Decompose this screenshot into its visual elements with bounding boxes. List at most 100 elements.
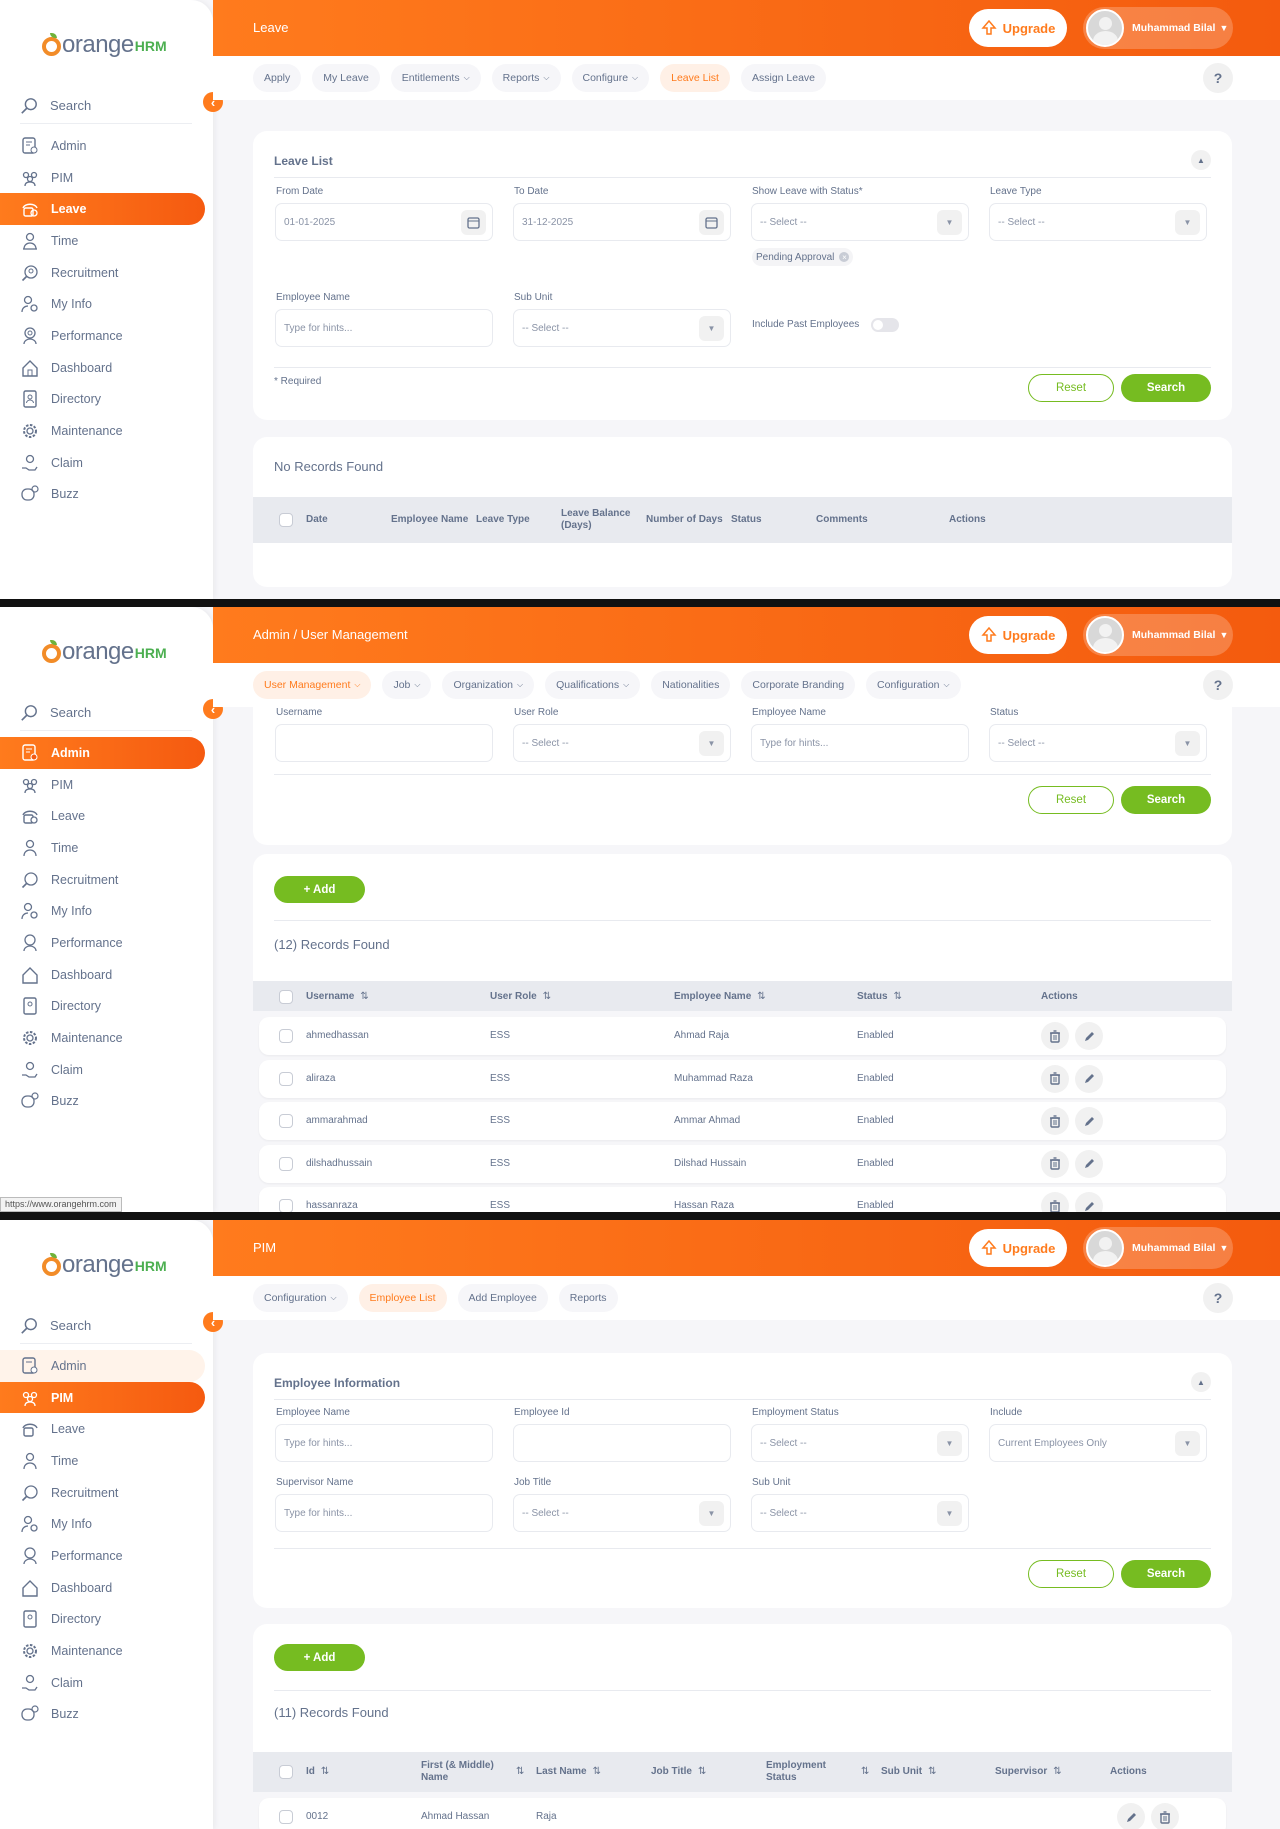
status-select[interactable]: -- Select -- ▼	[989, 724, 1207, 762]
tab-corporate-branding[interactable]: Corporate Branding	[741, 671, 856, 699]
sort-icon[interactable]: ⇅	[543, 991, 551, 1002]
sort-icon[interactable]: ⇅	[593, 1766, 601, 1777]
collapse-filter-button[interactable]: ▲	[1191, 1372, 1211, 1392]
employment-status-select[interactable]: -- Select -- ▼	[751, 1424, 969, 1462]
job-title-select[interactable]: -- Select -- ▼	[513, 1494, 731, 1532]
sort-icon[interactable]: ⇅	[516, 1766, 524, 1778]
sidebar-item-recruitment[interactable]: Recruitment	[0, 1477, 213, 1509]
table-row[interactable]: 0012 Ahmad Hassan Raja	[259, 1798, 1226, 1829]
tab-entitlements[interactable]: Entitlements ⌵	[390, 64, 481, 92]
tab-user-management[interactable]: User Management ⌵	[253, 671, 372, 699]
user-dropdown[interactable]: Muhammad Bilal ▼	[1083, 7, 1233, 49]
tab-configure[interactable]: Configure ⌵	[571, 64, 650, 92]
sort-icon[interactable]: ⇅	[360, 991, 368, 1002]
tab-add-employee[interactable]: Add Employee	[457, 1284, 548, 1312]
tab-qualifications[interactable]: Qualifications ⌵	[545, 671, 641, 699]
sort-icon[interactable]: ⇅	[698, 1766, 706, 1777]
employee-name-input[interactable]: Type for hints...	[275, 309, 493, 347]
orangehrm-logo[interactable]: orange HRM	[42, 1244, 167, 1277]
sidebar-item-my-info[interactable]: My Info	[0, 288, 213, 320]
upgrade-button[interactable]: Upgrade	[969, 1229, 1067, 1267]
trash-icon[interactable]	[1041, 1149, 1069, 1178]
sidebar-item-admin[interactable]: Admin	[0, 737, 205, 769]
sidebar-item-performance[interactable]: Performance	[0, 1540, 213, 1572]
to-date-input[interactable]: 31-12-2025	[513, 203, 731, 241]
sidebar-item-claim[interactable]: Claim	[0, 1667, 213, 1699]
sidebar-item-dashboard[interactable]: Dashboard	[0, 959, 213, 991]
tab-job[interactable]: Job ⌵	[382, 671, 432, 699]
pencil-icon[interactable]	[1075, 1022, 1103, 1050]
tab-leave-list[interactable]: Leave List	[660, 64, 730, 92]
trash-icon[interactable]	[1151, 1803, 1179, 1829]
sidebar-item-pim[interactable]: PIM	[0, 769, 213, 801]
table-row[interactable]: ammarahmad ESS Ammar Ahmad Enabled	[259, 1102, 1226, 1140]
upgrade-button[interactable]: Upgrade	[969, 9, 1067, 47]
sidebar-item-time[interactable]: Time	[0, 225, 213, 257]
tab-apply[interactable]: Apply	[253, 64, 302, 92]
select-all-checkbox[interactable]	[279, 513, 293, 527]
sidebar-item-time[interactable]: Time	[0, 832, 213, 864]
orangehrm-logo[interactable]: orange HRM	[42, 631, 167, 664]
calendar-icon[interactable]	[461, 210, 486, 235]
sort-icon[interactable]: ⇅	[757, 991, 765, 1002]
user-dropdown[interactable]: Muhammad Bilal ▼	[1083, 1227, 1233, 1269]
sidebar-item-time[interactable]: Time	[0, 1445, 213, 1477]
row-checkbox[interactable]	[279, 1810, 293, 1824]
table-row[interactable]: aliraza ESS Muhammad Raza Enabled	[259, 1059, 1226, 1098]
sidebar-item-recruitment[interactable]: Recruitment	[0, 257, 213, 289]
include-past-toggle[interactable]	[871, 318, 899, 332]
table-row[interactable]: hassanraza ESS Hassan Raza Enabled	[259, 1187, 1226, 1212]
employee-name-input[interactable]: Type for hints...	[751, 724, 969, 762]
search-button[interactable]: Search	[1121, 1560, 1211, 1588]
row-checkbox[interactable]	[279, 1029, 293, 1043]
row-checkbox[interactable]	[279, 1199, 293, 1212]
pencil-icon[interactable]	[1117, 1803, 1145, 1829]
employee-name-input[interactable]: Type for hints...	[275, 1424, 493, 1462]
sidebar-item-admin[interactable]: Admin	[0, 130, 213, 162]
sub-unit-select[interactable]: -- Select -- ▼	[751, 1494, 969, 1532]
sidebar-item-buzz[interactable]: Buzz	[0, 479, 213, 511]
sidebar-item-dashboard[interactable]: Dashboard	[0, 1572, 213, 1604]
user-dropdown[interactable]: Muhammad Bilal ▼	[1083, 614, 1233, 656]
tab-reports[interactable]: Reports	[558, 1284, 618, 1312]
sidebar-item-pim[interactable]: PIM	[0, 1381, 205, 1414]
sidebar-item-admin[interactable]: Admin	[0, 1350, 205, 1382]
sidebar-item-leave[interactable]: Leave	[0, 800, 213, 832]
sidebar-item-performance[interactable]: Performance	[0, 927, 213, 959]
trash-icon[interactable]	[1041, 1064, 1069, 1093]
reset-button[interactable]: Reset	[1028, 786, 1114, 814]
sub-unit-select[interactable]: -- Select -- ▼	[513, 309, 731, 347]
sidebar-item-maintenance[interactable]: Maintenance	[0, 1022, 213, 1054]
reset-button[interactable]: Reset	[1028, 374, 1114, 402]
sort-icon[interactable]: ⇅	[861, 1766, 869, 1778]
pencil-icon[interactable]	[1075, 1192, 1103, 1212]
sidebar-item-performance[interactable]: Performance	[0, 320, 213, 352]
trash-icon[interactable]	[1041, 1192, 1069, 1212]
employee-id-input[interactable]	[513, 1424, 731, 1462]
sidebar-item-leave[interactable]: Leave	[0, 1413, 213, 1445]
pencil-icon[interactable]	[1075, 1064, 1103, 1093]
help-button[interactable]: ?	[1203, 63, 1233, 93]
search-button[interactable]: Search	[1121, 786, 1211, 814]
sort-icon[interactable]: ⇅	[321, 1766, 329, 1777]
sidebar-item-leave[interactable]: Leave	[0, 193, 205, 226]
sort-icon[interactable]: ⇅	[1053, 1766, 1061, 1777]
row-checkbox[interactable]	[279, 1071, 293, 1086]
leave-type-select[interactable]: -- Select -- ▼	[989, 203, 1207, 241]
sort-icon[interactable]: ⇅	[928, 1766, 936, 1777]
sidebar-item-directory[interactable]: Directory	[0, 384, 213, 416]
help-button[interactable]: ?	[1203, 670, 1233, 700]
sidebar-item-claim[interactable]: Claim	[0, 447, 213, 479]
select-all-checkbox[interactable]	[279, 990, 293, 1004]
sidebar-item-directory[interactable]: Directory	[0, 991, 213, 1023]
row-checkbox[interactable]	[279, 1156, 293, 1171]
row-checkbox[interactable]	[279, 1114, 293, 1128]
sidebar-item-recruitment[interactable]: Recruitment	[0, 864, 213, 896]
help-button[interactable]: ?	[1203, 1283, 1233, 1313]
tab-assign-leave[interactable]: Assign Leave	[740, 64, 827, 92]
sidebar-item-claim[interactable]: Claim	[0, 1054, 213, 1086]
upgrade-button[interactable]: Upgrade	[969, 616, 1067, 654]
tab-configuration[interactable]: Configuration ⌵	[253, 1284, 348, 1312]
tab-my-leave[interactable]: My Leave	[312, 64, 380, 92]
collapse-filter-button[interactable]: ▲	[1191, 150, 1211, 170]
